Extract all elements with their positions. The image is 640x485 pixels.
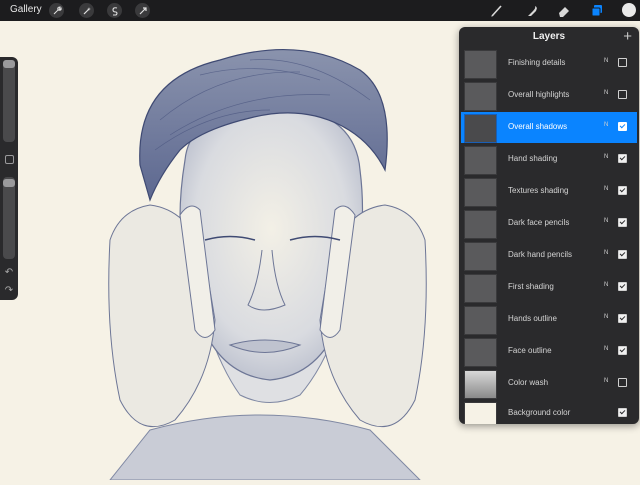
layer-name: Finishing details <box>508 58 566 67</box>
layer-thumbnail[interactable] <box>464 402 497 424</box>
layer-thumbnail[interactable] <box>464 114 497 143</box>
left-sidebar: ↶ ↷ <box>0 57 18 300</box>
layer-visibility-checkbox[interactable] <box>618 314 627 323</box>
layer-blend-mode[interactable]: N <box>604 154 608 160</box>
layer-row[interactable]: Finishing details N <box>461 48 637 79</box>
undo-icon[interactable]: ↶ <box>3 267 15 279</box>
layer-name: Hands outline <box>508 314 557 323</box>
brush-size-handle[interactable] <box>3 60 15 68</box>
layer-blend-mode[interactable]: N <box>604 282 608 288</box>
layer-row[interactable]: Face outline N <box>461 336 637 367</box>
brush-size-slider[interactable] <box>3 60 15 142</box>
selection-icon[interactable] <box>107 3 122 18</box>
eyedropper-button[interactable] <box>5 155 14 164</box>
layer-blend-mode[interactable]: N <box>604 218 608 224</box>
color-picker[interactable] <box>622 3 636 17</box>
layer-visibility-checkbox[interactable] <box>618 218 627 227</box>
layer-blend-mode[interactable]: N <box>604 250 608 256</box>
layer-thumbnail[interactable] <box>464 82 497 111</box>
eraser-icon[interactable] <box>556 3 572 19</box>
layer-row[interactable]: Dark face pencils N <box>461 208 637 239</box>
layer-thumbnail[interactable] <box>464 274 497 303</box>
layers-icon[interactable] <box>589 3 605 19</box>
layer-thumbnail[interactable] <box>464 50 497 79</box>
layer-blend-mode[interactable]: N <box>604 346 608 352</box>
top-toolbar: Gallery <box>0 0 640 21</box>
layer-visibility-checkbox[interactable] <box>618 58 627 67</box>
layer-row[interactable]: Textures shading N <box>461 176 637 207</box>
layer-thumbnail[interactable] <box>464 370 497 399</box>
layer-name: Overall highlights <box>508 90 570 99</box>
layer-visibility-checkbox[interactable] <box>618 186 627 195</box>
layer-row[interactable]: Color wash N <box>461 368 637 399</box>
layer-visibility-checkbox[interactable] <box>618 90 627 99</box>
layer-thumbnail[interactable] <box>464 178 497 207</box>
layer-blend-mode[interactable]: N <box>604 90 608 96</box>
layer-thumbnail[interactable] <box>464 306 497 335</box>
add-layer-button[interactable]: + <box>623 28 632 45</box>
layer-row[interactable]: Background color <box>461 400 637 424</box>
layer-name: First shading <box>508 282 554 291</box>
redo-icon[interactable]: ↷ <box>3 285 15 297</box>
transform-icon[interactable] <box>135 3 150 18</box>
brush-icon[interactable] <box>489 3 505 19</box>
layer-visibility-checkbox[interactable] <box>618 250 627 259</box>
layer-name: Overall shadows <box>508 122 568 131</box>
layer-blend-mode[interactable]: N <box>604 186 608 192</box>
layer-name: Hand shading <box>508 154 558 163</box>
opacity-slider[interactable] <box>3 177 15 259</box>
layer-row[interactable]: Overall shadows N <box>461 112 637 143</box>
layer-blend-mode[interactable]: N <box>604 58 608 64</box>
layer-row[interactable]: Overall highlights N <box>461 80 637 111</box>
smudge-icon[interactable] <box>524 3 540 19</box>
layer-visibility-checkbox[interactable] <box>618 154 627 163</box>
layer-visibility-checkbox[interactable] <box>618 346 627 355</box>
layer-name: Color wash <box>508 378 549 387</box>
layer-name: Dark hand pencils <box>508 250 573 259</box>
layer-visibility-checkbox[interactable] <box>618 408 627 417</box>
layer-row[interactable]: Dark hand pencils N <box>461 240 637 271</box>
layer-visibility-checkbox[interactable] <box>618 122 627 131</box>
opacity-handle[interactable] <box>3 179 15 187</box>
layer-visibility-checkbox[interactable] <box>618 378 627 387</box>
layers-panel-title: Layers <box>532 31 566 42</box>
magic-wand-icon[interactable] <box>79 3 94 18</box>
layer-row[interactable]: Hands outline N <box>461 304 637 335</box>
layer-name: Dark face pencils <box>508 218 570 227</box>
layer-blend-mode[interactable]: N <box>604 314 608 320</box>
layers-panel: Layers + Finishing details N Overall highl… <box>459 27 639 424</box>
layer-row[interactable]: Hand shading N <box>461 144 637 175</box>
layer-name: Background color <box>508 408 571 417</box>
layer-name: Face outline <box>508 346 552 355</box>
layer-name: Textures shading <box>508 186 569 195</box>
layer-thumbnail[interactable] <box>464 338 497 367</box>
layer-thumbnail[interactable] <box>464 210 497 239</box>
wrench-icon[interactable] <box>49 3 64 18</box>
layer-visibility-checkbox[interactable] <box>618 282 627 291</box>
layer-blend-mode[interactable]: N <box>604 378 608 384</box>
layer-row[interactable]: First shading N <box>461 272 637 303</box>
layer-thumbnail[interactable] <box>464 242 497 271</box>
gallery-button[interactable]: Gallery <box>10 4 42 15</box>
layer-thumbnail[interactable] <box>464 146 497 175</box>
layer-blend-mode[interactable]: N <box>604 122 608 128</box>
